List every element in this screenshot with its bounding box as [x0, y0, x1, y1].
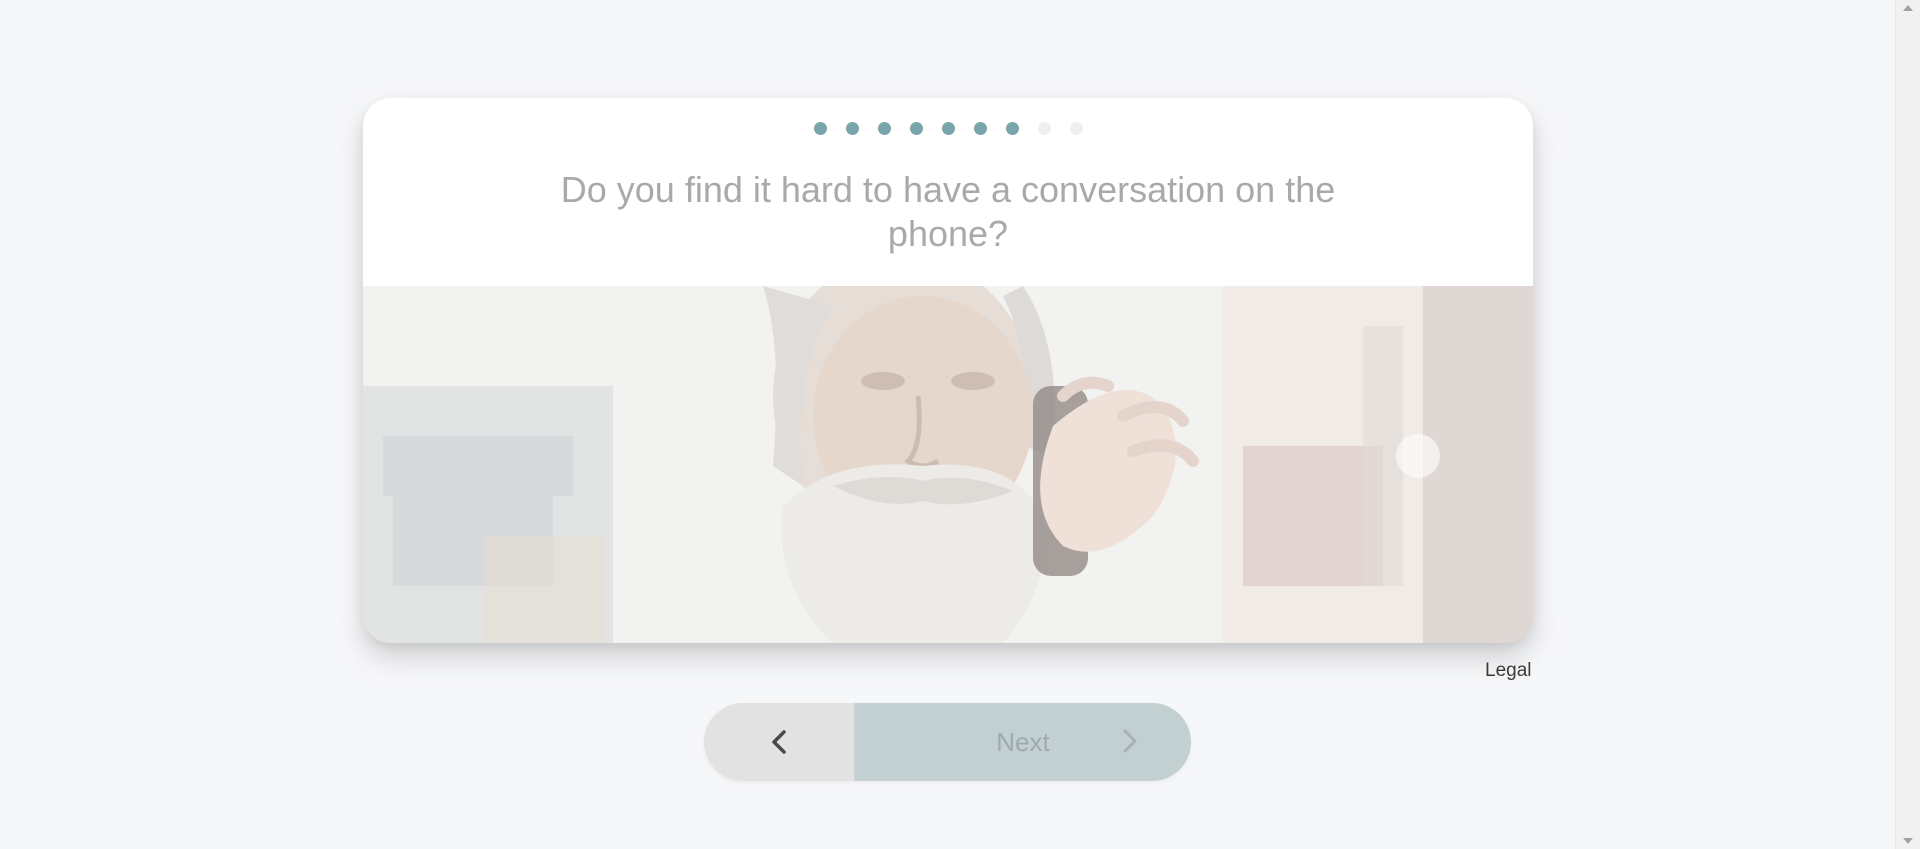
chevron-left-icon	[772, 730, 786, 754]
chevron-right-icon	[1123, 729, 1137, 753]
back-button[interactable]	[704, 703, 855, 781]
progress-dot-completed	[877, 122, 891, 135]
question-card: Do you find it hard to have a conversati…	[363, 98, 1533, 643]
progress-dot-completed	[909, 122, 923, 135]
progress-dot-completed	[941, 122, 955, 135]
navigation-buttons: Next	[704, 703, 1191, 781]
scroll-down-arrow-icon[interactable]	[1903, 838, 1913, 844]
progress-dot-completed	[973, 122, 987, 135]
progress-dot-completed	[813, 122, 827, 135]
survey-page: Do you find it hard to have a conversati…	[0, 0, 1920, 849]
next-button[interactable]: Next	[855, 703, 1191, 781]
progress-dot-completed	[845, 122, 859, 135]
progress-dot-remaining	[1037, 122, 1051, 135]
page-scrollbar[interactable]	[1895, 0, 1920, 849]
question-photo: AlwaysOftenSometimesRarelyNever	[363, 286, 1533, 643]
legal-link[interactable]: Legal	[1485, 660, 1532, 682]
progress-dot-completed	[1005, 122, 1019, 135]
progress-dot-remaining	[1069, 122, 1083, 135]
progress-dots	[363, 122, 1533, 135]
scroll-up-arrow-icon[interactable]	[1903, 5, 1913, 11]
question-text: Do you find it hard to have a conversati…	[560, 169, 1336, 254]
man-on-phone-image	[363, 286, 1533, 643]
next-button-label: Next	[996, 726, 1050, 757]
